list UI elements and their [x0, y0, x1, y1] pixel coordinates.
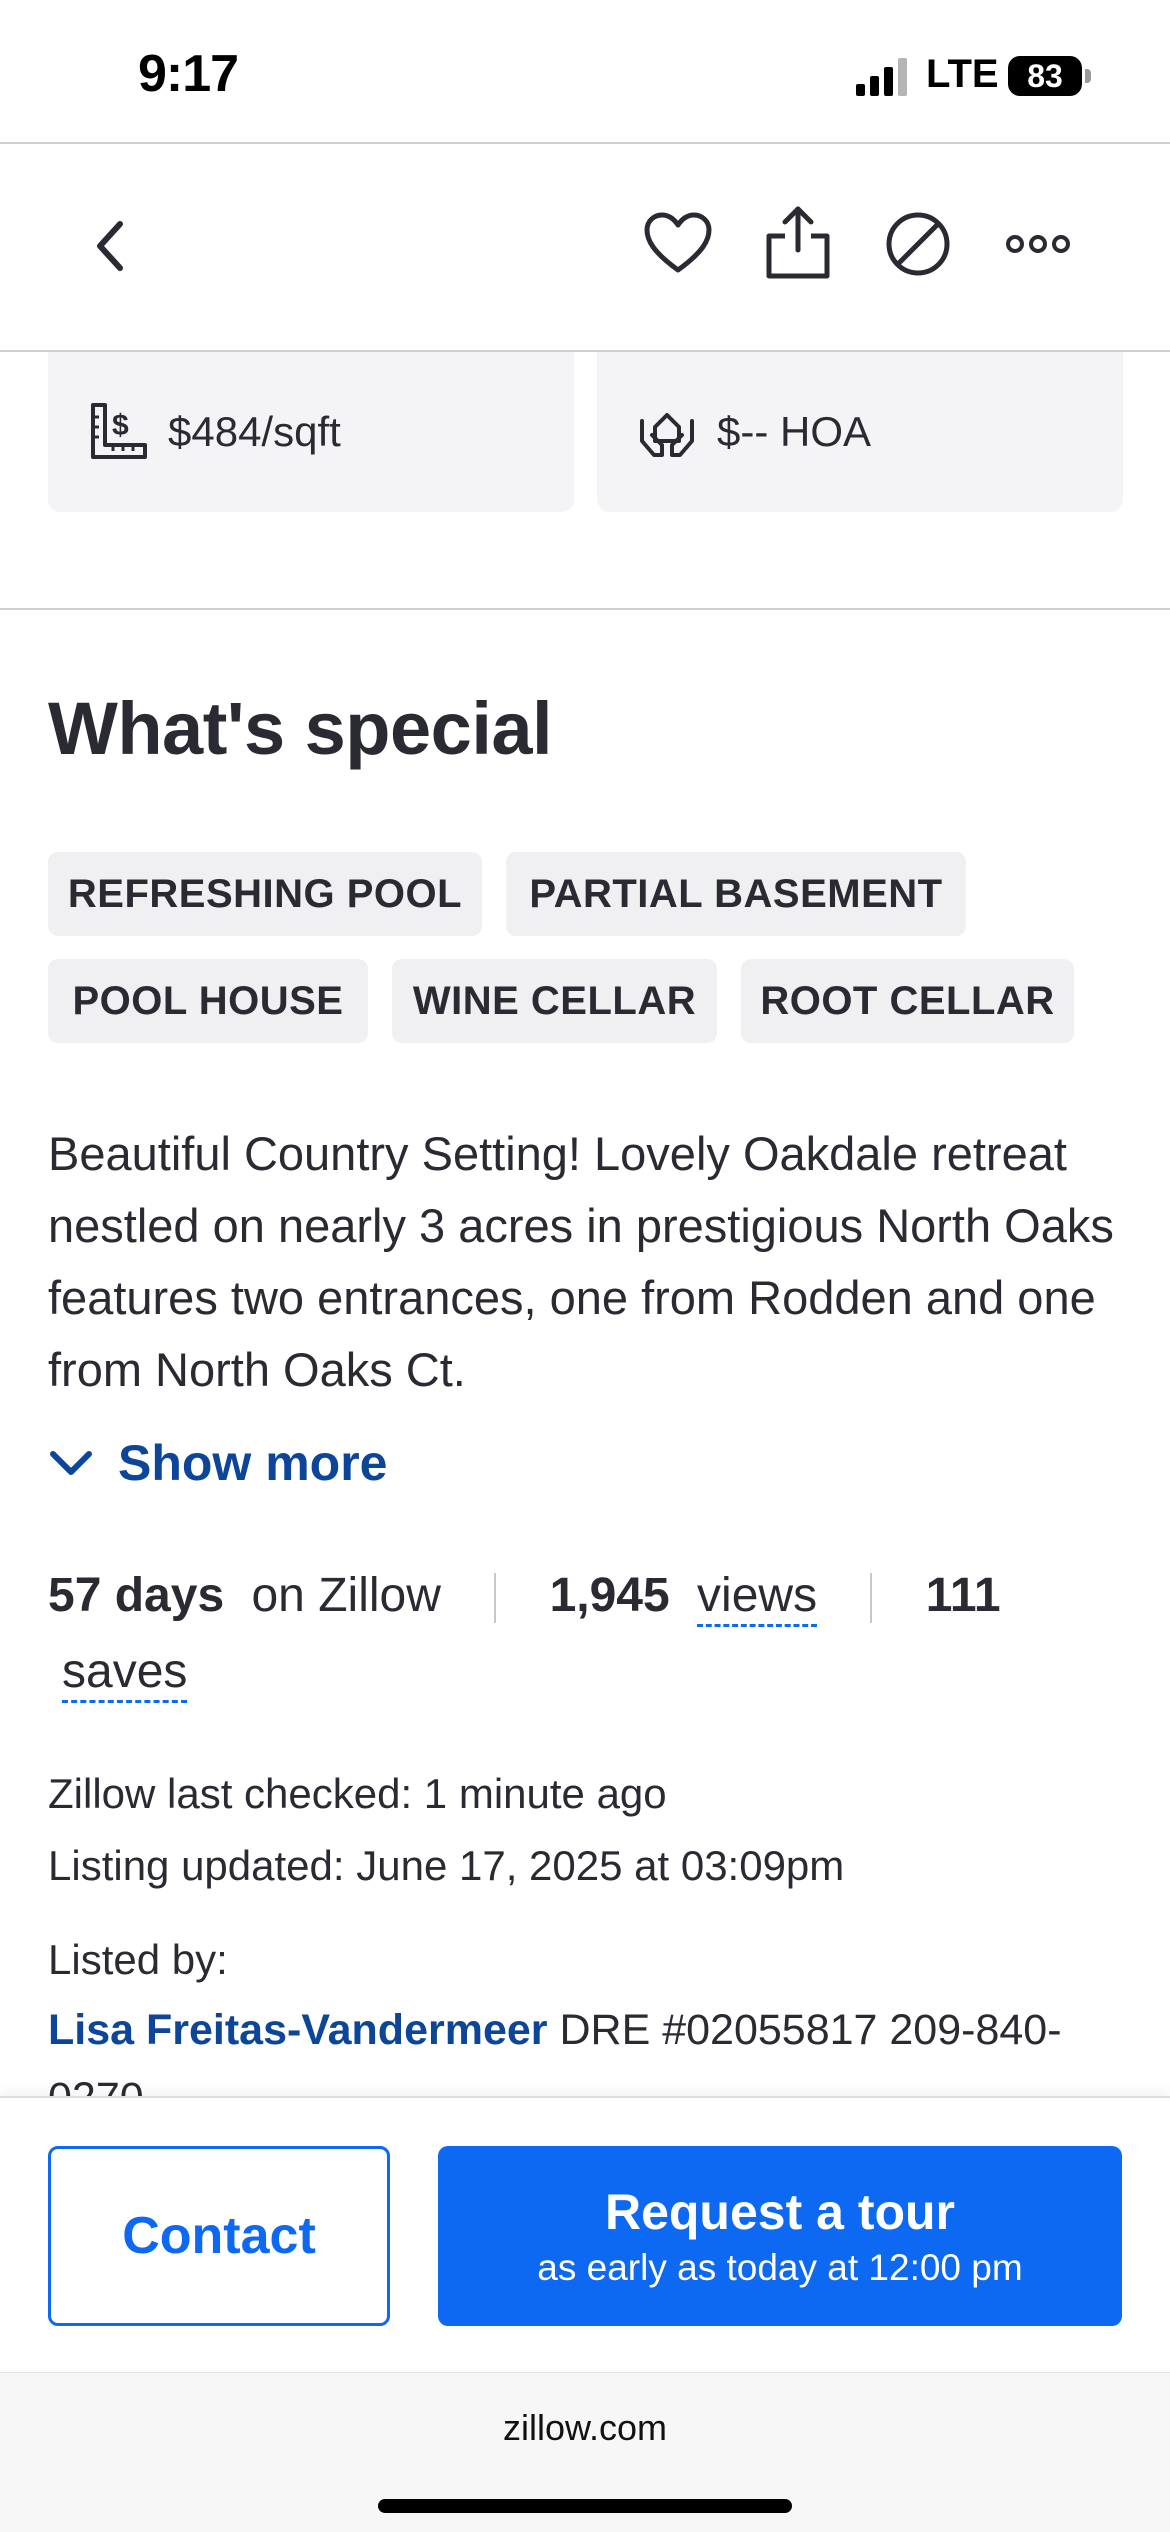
views-info-link[interactable]: views [697, 1569, 818, 1627]
network-type: LTE [926, 52, 999, 96]
show-more-label: Show more [118, 1435, 388, 1491]
hide-icon [886, 212, 950, 276]
last-checked: Zillow last checked: 1 minute ago [48, 1770, 667, 1817]
chevron-left-icon [97, 221, 123, 271]
feature-tag: POOL HOUSE [48, 959, 368, 1043]
agent-name-link[interactable]: Lisa Freitas-Vandermeer [48, 2006, 548, 2054]
days-on-zillow-value: 57 days [48, 1569, 225, 1622]
request-tour-button[interactable]: Request a tour as early as today at 12:0… [438, 2146, 1122, 2326]
request-tour-label: Request a tour [604, 2184, 956, 2240]
listed-by-label: Listed by: [48, 1936, 228, 1983]
listing-updated: Listing updated: June 17, 2025 at 03:09p… [48, 1842, 845, 1889]
share-button[interactable] [756, 200, 840, 284]
home-indicator[interactable] [378, 2499, 792, 2513]
listing-stats: 57 days on Zillow 1,945 views 111 saves [48, 1558, 1128, 1710]
browser-url[interactable]: zillow.com [0, 2407, 1170, 2449]
whats-special-heading: What's special [48, 687, 553, 770]
chevron-down-icon [50, 1451, 92, 1475]
listing-description: Beautiful Country Setting! Lovely Oakdal… [48, 1127, 1114, 1396]
hoa-fee: $-- HOA [717, 408, 872, 455]
heart-icon [644, 212, 712, 273]
ruler-dollar-icon: $ [86, 400, 150, 464]
browser-bar: zillow.com [0, 2372, 1170, 2532]
section-divider [0, 608, 1170, 610]
feature-tag: PARTIAL BASEMENT [506, 852, 966, 936]
hoa-card: $-- HOA [597, 352, 1123, 512]
svg-text:$: $ [112, 409, 129, 442]
hide-listing-button[interactable] [878, 204, 958, 284]
status-time: 9:17 [138, 45, 239, 103]
stat-separator [870, 1573, 873, 1624]
more-icon [1006, 235, 1070, 253]
contact-button[interactable]: Contact [48, 2146, 390, 2326]
share-icon [766, 206, 830, 279]
battery-level: 83 [1008, 56, 1082, 96]
days-on-zillow-label: on Zillow [251, 1569, 441, 1622]
cta-bar: Contact Request a tour as early as today… [0, 2096, 1170, 2372]
views-value: 1,945 [549, 1569, 670, 1622]
save-favorite-button[interactable] [638, 204, 718, 284]
status-bar: 9:17 LTE 83 [0, 0, 1170, 142]
listing-nav-bar [0, 144, 1170, 350]
more-options-button[interactable] [996, 204, 1080, 284]
feature-tag: REFRESHING POOL [48, 852, 482, 936]
cellular-signal-icon [856, 58, 907, 96]
back-button[interactable] [72, 208, 148, 284]
hands-house-icon [635, 400, 699, 464]
feature-tag: ROOT CELLAR [741, 959, 1074, 1043]
price-per-sqft: $484/sqft [168, 408, 341, 455]
show-more-button[interactable]: Show more [48, 1428, 387, 1498]
price-per-sqft-card: $ $484/sqft [48, 352, 574, 512]
feature-tag: WINE CELLAR [392, 959, 717, 1043]
saves-info-link[interactable]: saves [62, 1645, 188, 1703]
request-tour-subtitle: as early as today at 12:00 pm [537, 2247, 1023, 2288]
stat-separator [494, 1573, 497, 1624]
battery-icon: 83 [1008, 56, 1092, 96]
saves-value: 111 [925, 1569, 1001, 1622]
